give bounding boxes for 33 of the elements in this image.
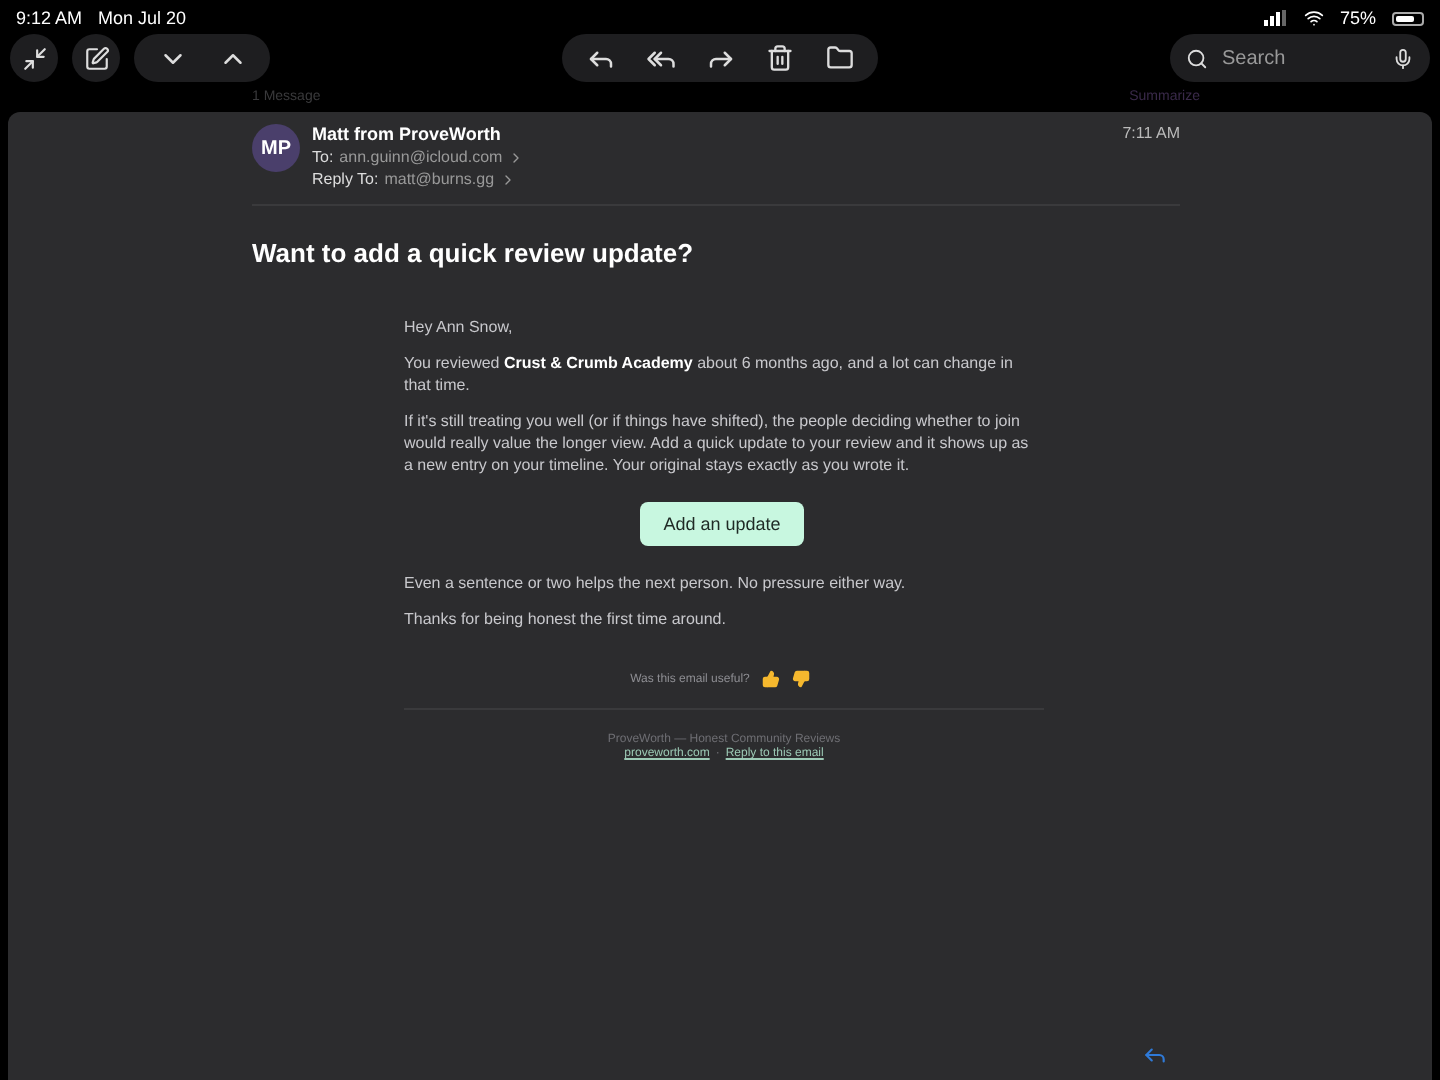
collapse-button[interactable] (10, 34, 58, 82)
battery-icon (1392, 11, 1424, 25)
status-time: 9:12 AM (16, 8, 83, 28)
reply-to-address[interactable]: matt@burns.gg (384, 170, 495, 188)
sender-avatar: MP (252, 124, 300, 172)
signal-icon (1263, 10, 1288, 26)
microphone-icon[interactable] (1392, 47, 1414, 69)
body-paragraph: If it's still treating you well (or if things have shifted), the people deciding whether to join would really value the longer view. Add a quick update to your review and it shows up as a new entry on your timeline. Your original stays exactly as you wrote it. (404, 410, 1031, 476)
reply-to-label: Reply To: (312, 170, 379, 188)
search-field[interactable]: Search (1170, 34, 1430, 82)
search-icon (1186, 47, 1208, 69)
to-label: To: (312, 148, 334, 166)
folder-icon (826, 44, 854, 72)
compose-icon (83, 45, 109, 71)
message-time: 7:11 AM (1122, 124, 1180, 146)
thumbs-down-icon[interactable] (791, 670, 810, 688)
compose-button[interactable] (72, 34, 120, 82)
collapse-arrows-icon (21, 45, 47, 71)
greeting: Hey Ann Snow, (404, 316, 515, 338)
recipient-address[interactable]: ann.guinn@icloud.com (339, 148, 503, 166)
trash-icon (766, 44, 794, 72)
body-paragraph: Even a sentence or two helps the next person. No pressure either way. (404, 572, 908, 594)
thumbs-up-icon[interactable] (761, 670, 780, 688)
reply-icon (1142, 1042, 1168, 1068)
email-subject: Want to add a quick review update? (252, 238, 696, 268)
status-date: Mon Jul 20 (98, 8, 187, 28)
wifi-icon (1303, 8, 1324, 28)
add-update-button[interactable]: Add an update (639, 502, 805, 546)
sender-name: Matt from ProveWorth (312, 124, 503, 144)
battery-percent: 75% (1339, 8, 1376, 28)
body-paragraph: You reviewed Crust & Crumb Academy about 6 months ago, and a lot can change in that time. (404, 352, 1015, 396)
body-paragraph: Thanks for being honest the first time around. (404, 608, 728, 630)
search-input[interactable]: Search (1218, 45, 1382, 71)
